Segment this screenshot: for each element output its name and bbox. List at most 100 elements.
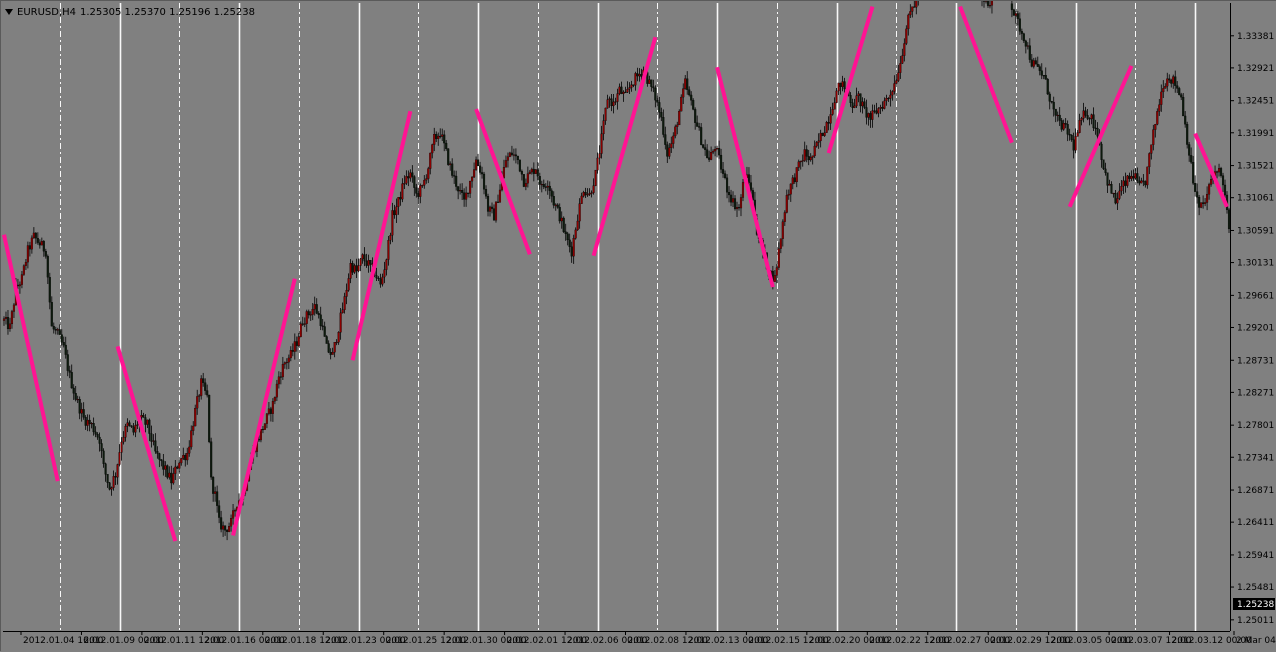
price-tick-label: 1.32921 xyxy=(1237,64,1274,74)
candle-body xyxy=(1039,67,1041,71)
candle-body xyxy=(91,423,93,424)
candle-body xyxy=(515,155,517,156)
candle xyxy=(1186,122,1188,149)
candle-body xyxy=(1154,124,1156,129)
candle-body xyxy=(1043,75,1045,76)
candle-body xyxy=(192,426,194,431)
candle-body xyxy=(726,178,728,192)
candle-body xyxy=(453,176,455,177)
candle-body xyxy=(49,277,51,302)
candle-body xyxy=(1087,115,1089,118)
candle-body xyxy=(670,144,672,148)
candle-body xyxy=(820,133,822,141)
candle-body xyxy=(1105,169,1107,173)
candle-body xyxy=(354,266,356,273)
candle-body xyxy=(1027,46,1029,47)
candle-body xyxy=(1071,135,1073,140)
candle-body xyxy=(499,190,501,202)
candle-body xyxy=(718,148,720,155)
candle-body xyxy=(288,358,290,362)
candle-body xyxy=(399,197,401,199)
candle-body xyxy=(595,170,597,186)
candle xyxy=(300,321,302,337)
candle-body xyxy=(710,152,712,159)
chart-window[interactable]: 1.333811.329211.324511.319911.315211.310… xyxy=(0,0,1276,651)
candle-body xyxy=(529,172,531,174)
candle-body xyxy=(736,207,738,209)
candle-body xyxy=(451,164,453,176)
candle-body xyxy=(431,145,433,153)
candle-body xyxy=(541,184,543,185)
candle-body xyxy=(481,172,483,174)
candle-body xyxy=(1129,176,1131,179)
candle-body xyxy=(9,324,11,329)
candle-body xyxy=(39,243,41,246)
candle-body xyxy=(539,176,541,184)
candle-body xyxy=(840,83,842,87)
candle-body xyxy=(332,352,334,354)
candle-body xyxy=(364,255,366,261)
candle-body xyxy=(37,238,39,242)
candle-body xyxy=(180,458,182,463)
candle xyxy=(109,482,111,490)
candle-body xyxy=(844,82,846,89)
candle-body xyxy=(882,107,884,108)
candle-body xyxy=(467,193,469,194)
candle-body xyxy=(822,133,824,136)
candle-body xyxy=(798,162,800,168)
candle-body xyxy=(1162,88,1164,92)
candle-body xyxy=(609,99,611,100)
candle-body xyxy=(864,102,866,108)
candle-body xyxy=(730,195,732,202)
candle-body xyxy=(553,196,555,205)
candle-body xyxy=(814,146,816,156)
candle-body xyxy=(270,409,272,414)
candle-body xyxy=(55,329,57,330)
candle-body xyxy=(511,153,513,155)
candle-body xyxy=(212,477,214,493)
candle-body xyxy=(1156,111,1158,124)
candle-body xyxy=(1200,203,1202,208)
candle-body xyxy=(666,145,668,157)
candle-body xyxy=(401,184,403,199)
chart-plot[interactable]: 1.333811.329211.324511.319911.315211.310… xyxy=(1,1,1276,652)
candle-body xyxy=(523,174,525,186)
candle-body xyxy=(872,111,874,120)
candle-body xyxy=(150,434,152,442)
candle-body xyxy=(880,107,882,108)
candle-body xyxy=(210,442,212,477)
candle-body xyxy=(304,324,306,325)
candle-body xyxy=(425,179,427,180)
candle-body xyxy=(640,74,642,76)
candle-body xyxy=(676,125,678,127)
candle-body xyxy=(583,192,585,196)
candle-body xyxy=(145,417,147,424)
price-tick-label: 1.25481 xyxy=(1237,583,1274,593)
candle-body xyxy=(1051,101,1053,102)
candle-body xyxy=(407,176,409,178)
chart-menu-triangle-icon[interactable] xyxy=(5,9,13,15)
candle-body xyxy=(342,310,344,313)
candle-body xyxy=(1192,162,1194,183)
candle-body xyxy=(621,87,623,94)
candle-body xyxy=(13,305,15,312)
candle-body xyxy=(547,186,549,187)
candle-body xyxy=(471,177,473,181)
candle-body xyxy=(405,176,407,183)
candle-body xyxy=(545,187,547,188)
candle-body xyxy=(230,518,232,526)
candle-body xyxy=(1017,13,1019,18)
candle xyxy=(826,121,828,133)
candle-body xyxy=(674,127,676,136)
candle-body xyxy=(1117,198,1119,203)
candle xyxy=(822,133,824,136)
candle-body xyxy=(386,260,388,270)
candle-body xyxy=(826,122,828,132)
candle-body xyxy=(1176,86,1178,89)
candle-body xyxy=(312,309,314,314)
candle-body xyxy=(874,111,876,112)
candle-body xyxy=(1188,145,1190,156)
candle-body xyxy=(549,186,551,191)
candle-body xyxy=(491,207,493,209)
candle-body xyxy=(107,474,109,482)
